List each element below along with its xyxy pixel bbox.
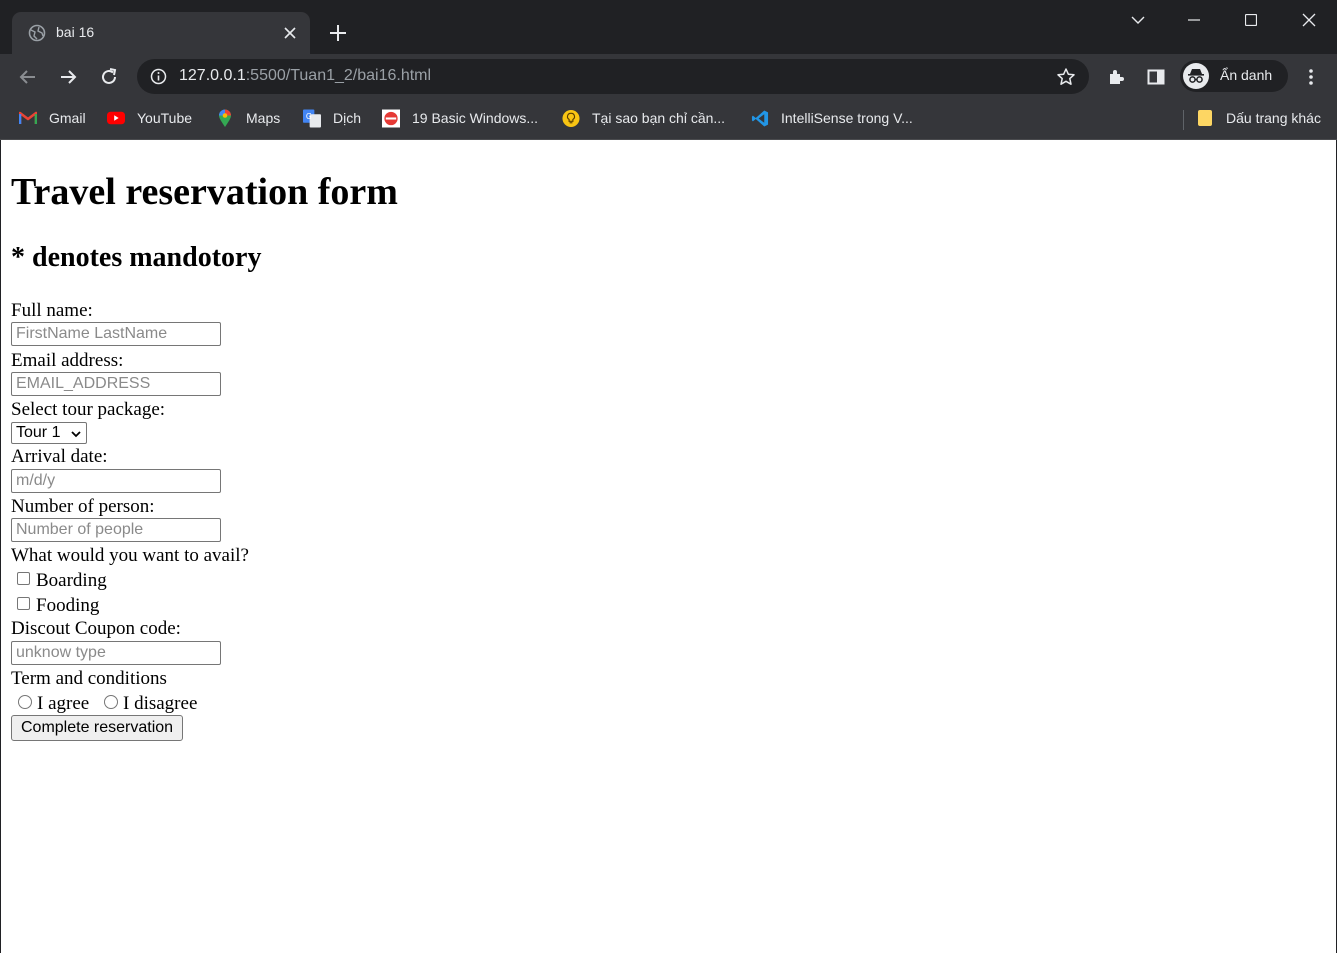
- boarding-label: Boarding: [36, 570, 107, 591]
- bookmarks-divider: [1183, 110, 1184, 130]
- tab-search-icon[interactable]: [1123, 8, 1153, 32]
- site-icon: [382, 109, 400, 127]
- agree-label: I agree: [37, 693, 90, 714]
- url-text: 127.0.0.1:5500/Tuan1_2/bai16.html: [179, 67, 431, 85]
- url-path: :5500/Tuan1_2/bai16.html: [245, 67, 432, 84]
- tab-title: bai 16: [56, 24, 95, 40]
- bookmark-intellisense[interactable]: IntelliSense trong V...: [751, 108, 913, 128]
- reload-icon[interactable]: [95, 63, 123, 91]
- persons-input[interactable]: [11, 518, 221, 542]
- globe-icon: [28, 24, 46, 42]
- complete-reservation-button[interactable]: Complete reservation: [11, 715, 184, 741]
- profile-label: Ẩn danh: [1220, 67, 1273, 83]
- bookmark-label: 19 Basic Windows...: [412, 110, 539, 126]
- forward-icon[interactable]: [54, 63, 82, 91]
- incognito-profile-button[interactable]: Ẩn danh: [1180, 60, 1288, 92]
- youtube-icon: [107, 109, 125, 127]
- page-subtitle: * denotes mandotory: [11, 242, 262, 273]
- vscode-icon: [751, 109, 769, 127]
- full-name-label: Full name:: [11, 300, 93, 321]
- close-tab-icon[interactable]: [280, 23, 300, 43]
- page-title: Travel reservation form: [11, 171, 398, 213]
- info-icon[interactable]: [150, 68, 167, 90]
- arrival-date-input[interactable]: [11, 469, 221, 493]
- new-tab-icon[interactable]: [326, 21, 350, 45]
- bookmark-youtube[interactable]: YouTube: [107, 108, 192, 128]
- bookmarks-bar: Gmail YouTube Maps G Dịch 19 Basic Windo…: [0, 100, 1337, 140]
- bookmark-label: Tại sao bạn chỉ cần...: [592, 110, 726, 126]
- bulb-icon: [562, 109, 580, 127]
- email-input[interactable]: [11, 372, 221, 396]
- avail-label: What would you want to avail?: [11, 545, 249, 566]
- bookmark-label: Gmail: [49, 110, 86, 126]
- agree-radio[interactable]: [18, 695, 32, 709]
- tour-select[interactable]: Tour 1: [11, 422, 87, 444]
- bookmark-label: Dịch: [333, 110, 362, 126]
- bookmark-label: YouTube: [137, 110, 193, 126]
- translate-icon: G: [303, 109, 321, 127]
- gmail-icon: [19, 109, 37, 127]
- bookmark-gmail[interactable]: Gmail: [19, 108, 86, 128]
- url-host: 127.0.0.1: [179, 67, 246, 84]
- tab-active[interactable]: bai 16: [12, 12, 310, 54]
- maximize-icon[interactable]: [1236, 8, 1266, 32]
- back-icon[interactable]: [14, 63, 42, 91]
- persons-label: Number of person:: [11, 496, 155, 517]
- bookmark-windows[interactable]: 19 Basic Windows...: [382, 108, 538, 128]
- other-bookmarks-label: Dấu trang khác: [1226, 110, 1321, 126]
- extensions-icon[interactable]: [1102, 63, 1130, 91]
- side-panel-icon[interactable]: [1142, 63, 1170, 91]
- folder-icon: [1196, 109, 1214, 127]
- bookmark-label: Maps: [246, 110, 281, 126]
- disagree-radio[interactable]: [104, 695, 118, 709]
- tour-select-value: Tour 1: [16, 424, 61, 441]
- browser-toolbar: 127.0.0.1:5500/Tuan1_2/bai16.html Ẩn dan…: [0, 54, 1337, 100]
- fooding-checkbox[interactable]: [17, 597, 30, 610]
- bookmark-maps[interactable]: Maps: [216, 108, 280, 128]
- disagree-label: I disagree: [123, 693, 198, 714]
- bookmark-label: IntelliSense trong V...: [781, 110, 913, 126]
- coupon-label: Discout Coupon code:: [11, 618, 181, 639]
- bookmark-translate[interactable]: G Dịch: [303, 108, 361, 128]
- svg-text:G: G: [306, 111, 312, 120]
- fooding-label: Fooding: [36, 595, 100, 616]
- bookmark-tai-sao[interactable]: Tại sao bạn chỉ cần...: [562, 108, 725, 128]
- tab-strip: bai 16: [0, 0, 1337, 54]
- full-name-input[interactable]: [11, 322, 221, 346]
- menu-icon[interactable]: [1297, 63, 1325, 91]
- tour-label: Select tour package:: [11, 399, 166, 420]
- close-window-icon[interactable]: [1294, 8, 1324, 32]
- arrival-label: Arrival date:: [11, 446, 108, 467]
- chevron-down-icon: [70, 427, 82, 439]
- coupon-input[interactable]: [11, 641, 221, 665]
- terms-label: Term and conditions: [11, 668, 167, 689]
- star-icon[interactable]: [1056, 67, 1076, 92]
- page-content: Travel reservation form * denotes mandot…: [1, 140, 1336, 953]
- minimize-icon[interactable]: [1179, 8, 1209, 32]
- maps-icon: [216, 109, 234, 127]
- address-bar[interactable]: 127.0.0.1:5500/Tuan1_2/bai16.html: [137, 59, 1089, 94]
- incognito-icon: [1183, 63, 1209, 89]
- email-label: Email address:: [11, 350, 124, 371]
- boarding-checkbox[interactable]: [17, 572, 30, 585]
- other-bookmarks[interactable]: Dấu trang khác: [1196, 108, 1321, 128]
